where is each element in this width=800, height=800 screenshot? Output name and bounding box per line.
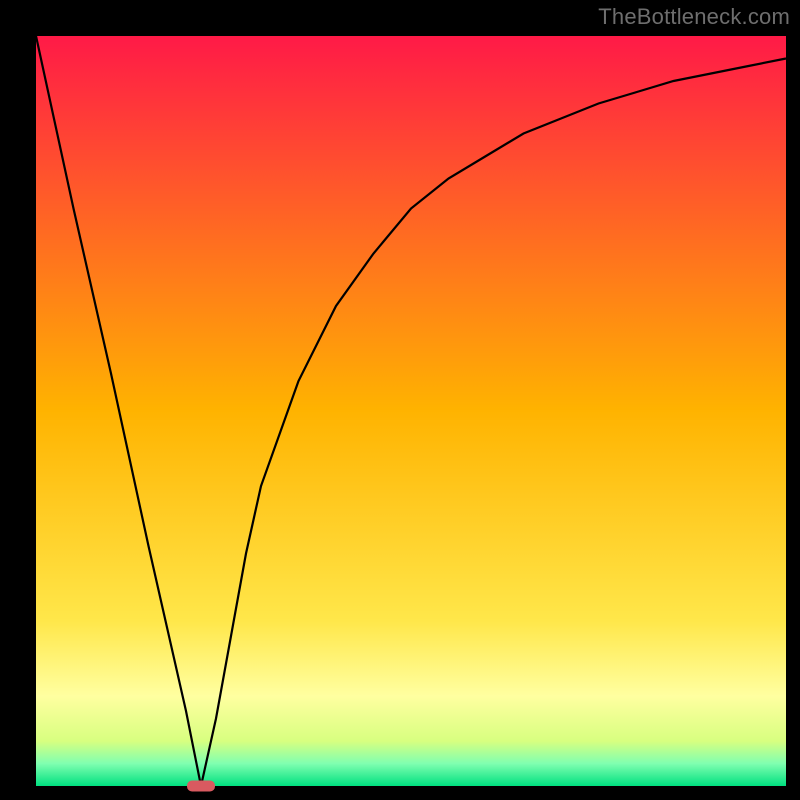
plot-background	[36, 36, 786, 786]
chart-svg	[0, 0, 800, 800]
chart-frame: TheBottleneck.com	[0, 0, 800, 800]
attribution-label: TheBottleneck.com	[598, 4, 790, 30]
optimum-marker	[187, 781, 215, 792]
